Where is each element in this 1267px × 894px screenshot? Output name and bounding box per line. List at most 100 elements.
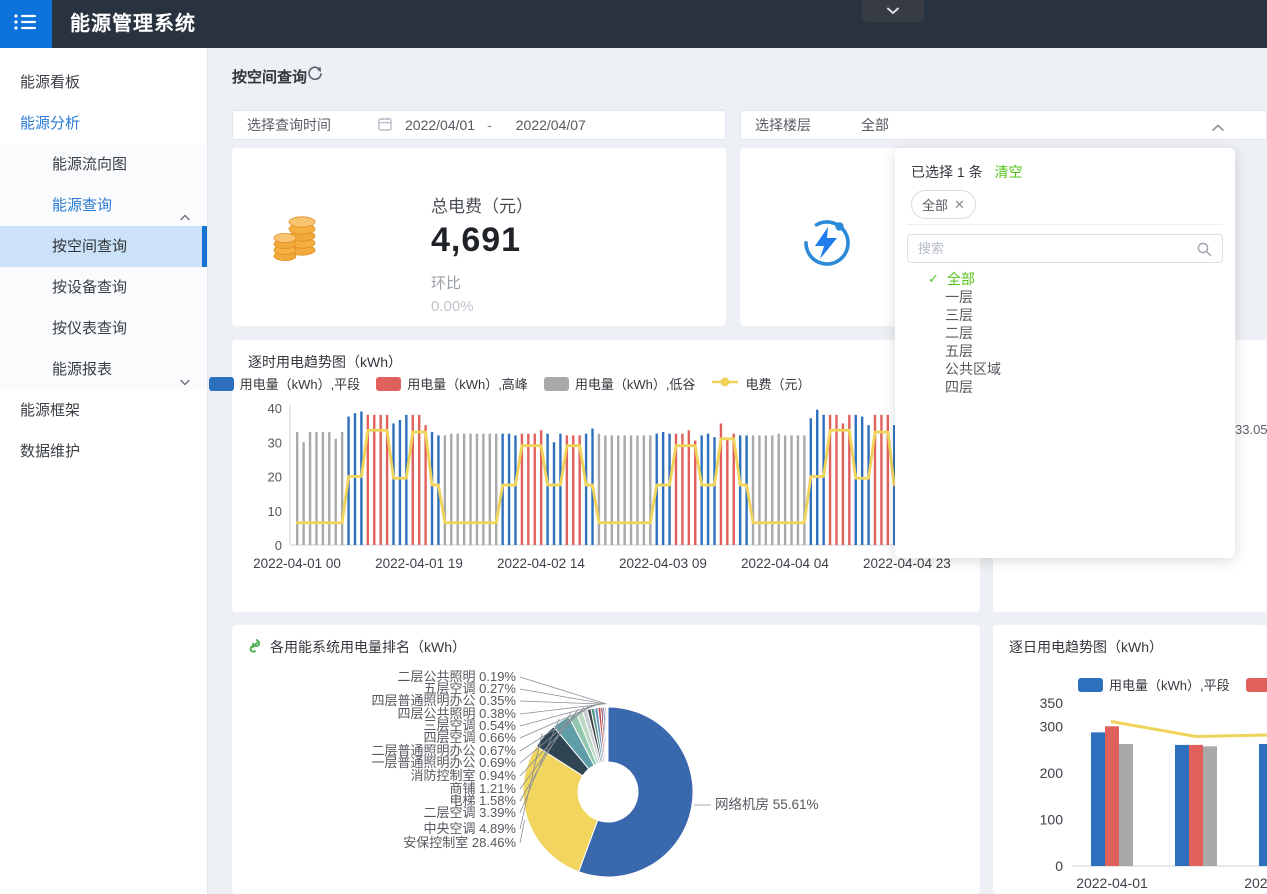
sidebar-item-按设备查询[interactable]: 按设备查询 <box>0 267 207 308</box>
floor-options-list: ✓全部一层三层二层五层公共区域四层 <box>895 270 1235 396</box>
legend-label: 用电量（kWh）,平段 <box>1109 675 1230 694</box>
selected-count-text: 已选择 1 条 <box>911 164 983 180</box>
legend-swatch <box>376 377 401 391</box>
selected-chip[interactable]: 全部 ✕ <box>911 190 976 219</box>
sidebar-item-能源看板[interactable]: 能源看板 <box>0 62 207 103</box>
floor-option-二层[interactable]: 二层 <box>895 324 1235 342</box>
lightning-icon <box>800 216 854 275</box>
floor-option-三层[interactable]: 三层 <box>895 306 1235 324</box>
daily-trend-card: 逐日用电趋势图（kWh） 用电量（kWh）,平段用电量（kWh）,高峰 0100… <box>993 625 1267 894</box>
svg-text:2022-04-03 09: 2022-04-03 09 <box>619 556 707 571</box>
sidebar-item-label: 按仪表查询 <box>52 320 127 337</box>
search-input[interactable] <box>918 235 1188 262</box>
legend-item[interactable]: 电费（元） <box>711 374 810 393</box>
date-separator: - <box>487 117 492 133</box>
legend-item[interactable]: 用电量（kWh）,低谷 <box>544 374 696 393</box>
chip-label: 全部 <box>922 195 948 214</box>
pie-chart-plot: 二层公共照明 0.19%五层空调 0.27%四层普通照明办公 0.35%四层公共… <box>232 625 980 894</box>
floor-dropdown-panel: 已选择 1 条 清空 全部 ✕ ✓全部一层三层二层五层公共区域四层 <box>895 148 1235 558</box>
floor-option-label: 二层 <box>945 325 973 341</box>
floor-option-全部[interactable]: ✓全部 <box>895 270 1235 288</box>
top-bar: 能源管理系统 <box>0 0 1267 48</box>
svg-text:网络机房 55.61%: 网络机房 55.61% <box>715 797 819 812</box>
daily-chart-title: 逐日用电趋势图（kWh） <box>1009 637 1163 657</box>
refresh-icon[interactable] <box>306 65 324 83</box>
legend-label: 电费（元） <box>745 374 810 393</box>
date-start-value[interactable]: 2022/04/01 <box>405 117 475 133</box>
svg-text:中央空调 4.89%: 中央空调 4.89% <box>424 821 517 836</box>
sidebar-item-label: 按空间查询 <box>52 238 127 255</box>
ring-ratio-label: 环比 <box>431 272 533 293</box>
legend-item[interactable]: 用电量（kWh）,平段 <box>209 374 361 393</box>
floor-option-一层[interactable]: 一层 <box>895 288 1235 306</box>
legend-label: 用电量（kWh）,平段 <box>240 374 361 393</box>
sidebar-submenu-group: 能源流向图能源查询按空间查询按设备查询按仪表查询能源报表 <box>0 144 207 390</box>
svg-text:20: 20 <box>268 470 282 485</box>
svg-text:2022-04-04 23: 2022-04-04 23 <box>863 556 951 571</box>
svg-text:0: 0 <box>275 538 282 553</box>
floor-option-公共区域[interactable]: 公共区域 <box>895 360 1235 378</box>
system-ranking-card: 各用能系统用电量排名（kWh） 二层公共照明 0.19%五层空调 0.27%四层… <box>232 625 980 894</box>
sidebar-item-label: 能源流向图 <box>52 156 127 173</box>
clear-selection-button[interactable]: 清空 <box>994 164 1022 180</box>
dropdown-selected-count: 已选择 1 条 清空 <box>911 162 1022 182</box>
floor-option-label: 五层 <box>945 343 973 359</box>
date-end-value[interactable]: 2022/04/07 <box>516 117 586 133</box>
sidebar-item-能源查询[interactable]: 能源查询 <box>0 185 207 226</box>
floor-filter-value[interactable]: 全部 <box>861 115 889 135</box>
chevron-down-icon <box>886 2 900 20</box>
total-cost-block: 总电费（元） 4,691 环比 0.00% <box>431 192 533 315</box>
sidebar-item-label: 能源看板 <box>20 74 80 91</box>
svg-text:2022-04-02 14: 2022-04-02 14 <box>497 556 585 571</box>
chip-remove-icon[interactable]: ✕ <box>954 197 965 213</box>
legend-swatch <box>1078 678 1103 692</box>
calendar-icon <box>377 116 393 135</box>
hourly-chart-legend: 用电量（kWh）,平段用电量（kWh）,高峰用电量（kWh）,低谷电费（元） <box>282 374 737 393</box>
daily-chart-legend: 用电量（kWh）,平段用电量（kWh）,高峰 <box>1078 675 1267 694</box>
sidebar-item-label: 数据维护 <box>20 443 80 460</box>
sidebar-item-能源流向图[interactable]: 能源流向图 <box>0 144 207 185</box>
total-cost-value: 4,691 <box>431 221 533 260</box>
sidebar-item-按仪表查询[interactable]: 按仪表查询 <box>0 308 207 349</box>
svg-text:2022-04-03: 2022-04-03 <box>1244 875 1267 891</box>
total-cost-card: 总电费（元） 4,691 环比 0.00% <box>232 148 726 326</box>
energy-management-screen: 能源管理系统 能源看板能源分析能源流向图能源查询按空间查询按设备查询按仪表查询能… <box>0 0 1267 894</box>
sidebar-item-label: 能源框架 <box>20 402 80 419</box>
ring-ratio-value: 0.00% <box>431 298 533 315</box>
menu-toggle-button[interactable] <box>0 0 52 48</box>
svg-text:200: 200 <box>1040 765 1064 781</box>
floor-option-五层[interactable]: 五层 <box>895 342 1235 360</box>
sidebar-item-能源框架[interactable]: 能源框架 <box>0 390 207 431</box>
floor-option-label: 一层 <box>945 289 973 305</box>
floor-option-label: 四层 <box>945 379 973 395</box>
svg-text:40: 40 <box>268 401 282 416</box>
svg-text:安保控制室 28.46%: 安保控制室 28.46% <box>403 835 516 850</box>
sidebar-item-数据维护[interactable]: 数据维护 <box>0 431 207 472</box>
legend-item[interactable]: 用电量（kWh）,高峰 <box>1246 675 1267 694</box>
header-dropdown-button[interactable] <box>862 0 924 22</box>
sidebar-item-按空间查询[interactable]: 按空间查询 <box>0 226 207 267</box>
svg-text:2022-04-01 00: 2022-04-01 00 <box>253 556 341 571</box>
sidebar-nav: 能源看板能源分析能源流向图能源查询按空间查询按设备查询按仪表查询能源报表能源框架… <box>0 48 208 894</box>
page-title: 按空间查询 <box>232 66 307 87</box>
app-title: 能源管理系统 <box>70 0 196 48</box>
svg-text:二层空调 3.39%: 二层空调 3.39% <box>424 805 517 820</box>
hourly-trend-card: 逐时用电趋势图（kWh） 用电量（kWh）,平段用电量（kWh）,高峰用电量（k… <box>232 340 980 612</box>
floor-option-四层[interactable]: 四层 <box>895 378 1235 396</box>
chevron-up-icon <box>1211 120 1225 136</box>
sidebar-item-能源分析[interactable]: 能源分析 <box>0 103 207 144</box>
svg-text:2022-04-01: 2022-04-01 <box>1076 875 1148 891</box>
legend-label: 用电量（kWh）,高峰 <box>407 374 528 393</box>
floor-filter[interactable]: 选择楼层 全部 <box>740 110 1267 140</box>
svg-text:0: 0 <box>1055 858 1063 874</box>
sidebar-item-label: 按设备查询 <box>52 279 127 296</box>
legend-label: 用电量（kWh）,低谷 <box>575 374 696 393</box>
legend-item[interactable]: 用电量（kWh）,高峰 <box>376 374 528 393</box>
dropdown-search-box <box>907 234 1223 263</box>
sidebar-item-能源报表[interactable]: 能源报表 <box>0 349 207 390</box>
hamburger-icon <box>13 11 39 38</box>
sidebar-item-label: 能源分析 <box>20 115 80 132</box>
date-range-filter[interactable]: 选择查询时间 2022/04/01 - 2022/04/07 <box>232 110 726 140</box>
data-label-fragment: 33.05 <box>1235 422 1267 437</box>
legend-item[interactable]: 用电量（kWh）,平段 <box>1078 675 1230 694</box>
